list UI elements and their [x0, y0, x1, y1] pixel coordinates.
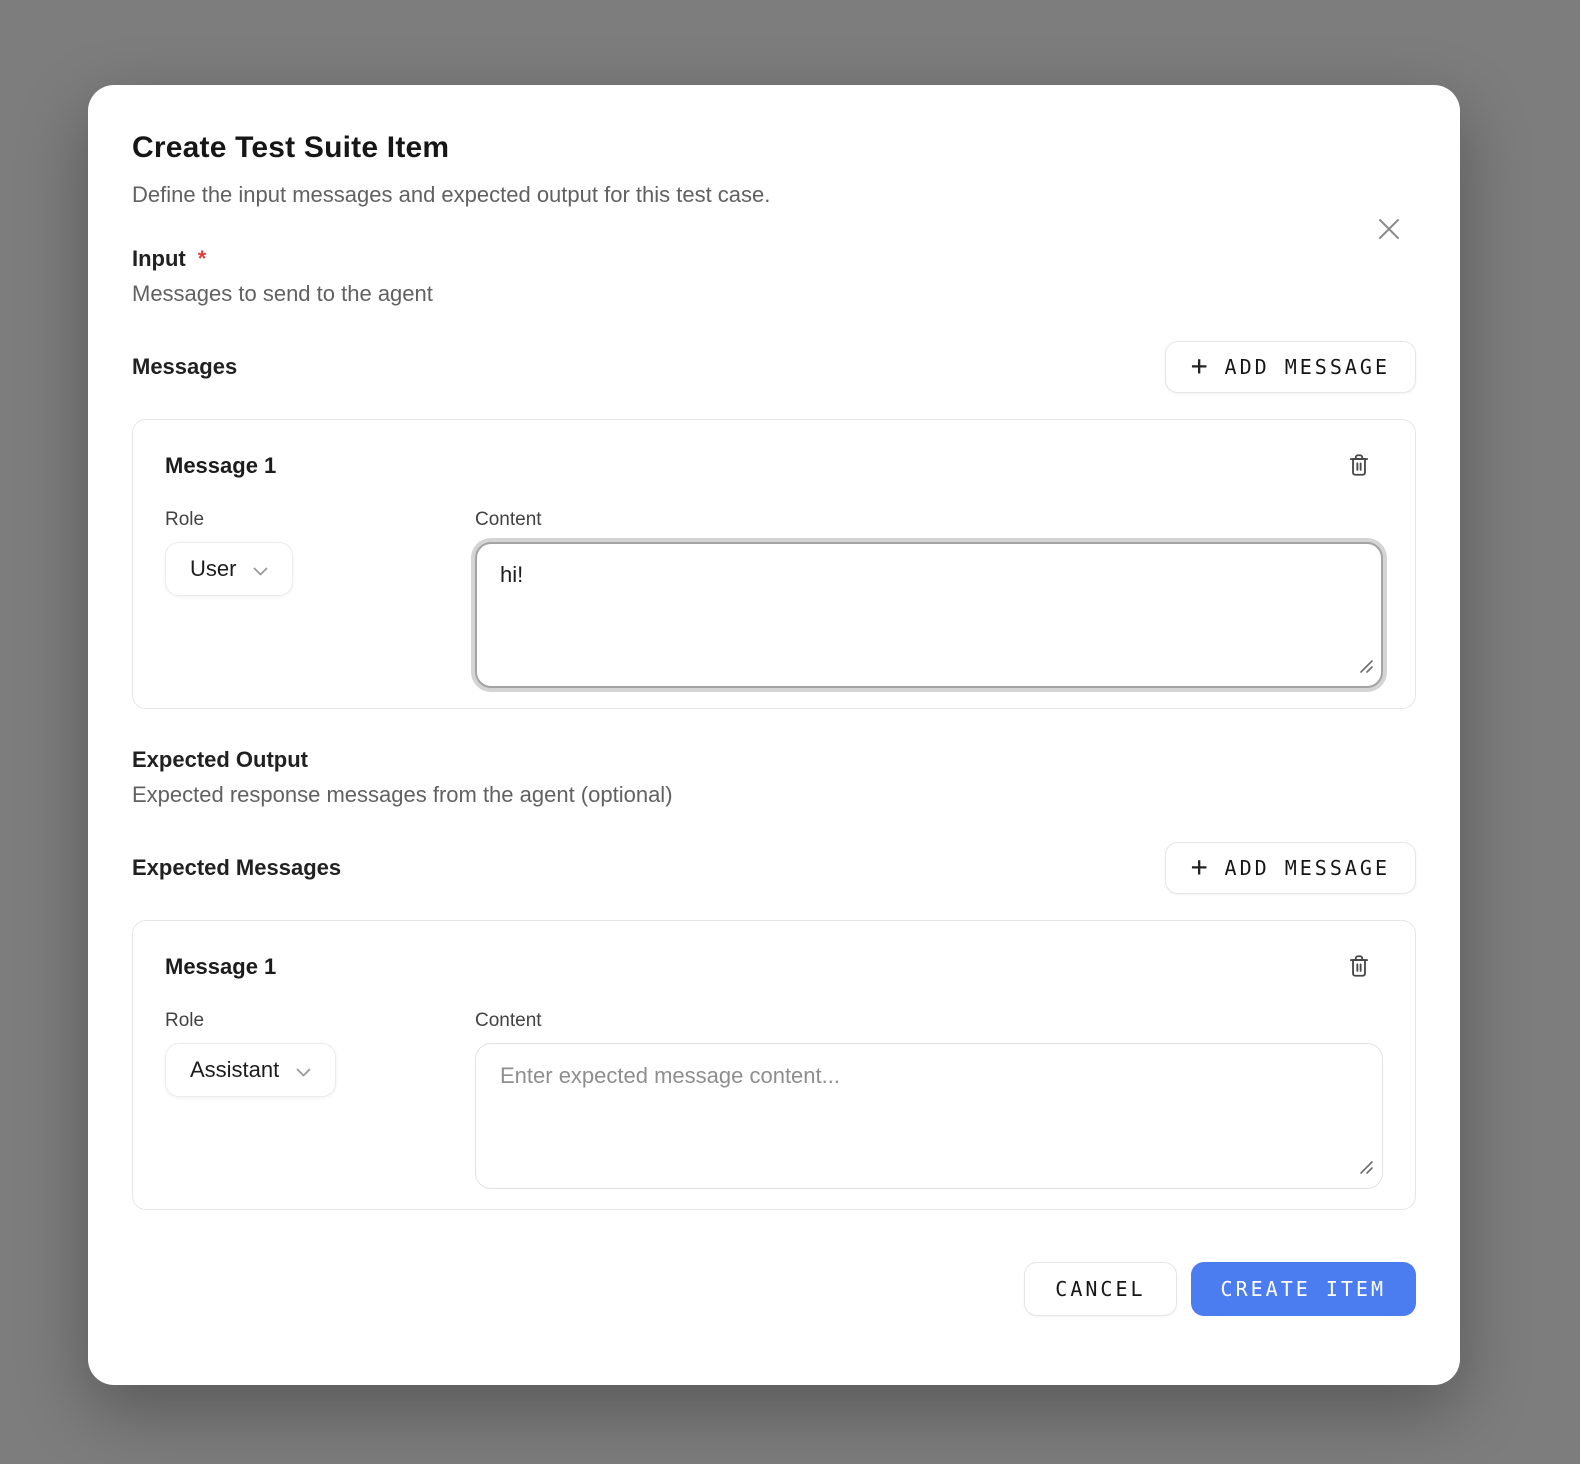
content-field: Content — [475, 1010, 1383, 1189]
chevron-down-icon — [253, 556, 268, 582]
expected-messages-header: Expected Messages — [132, 855, 341, 881]
fields-row: Role User Content hi! — [165, 509, 1383, 688]
expected-section-header: Expected Output — [132, 747, 1416, 773]
content-label: Content — [475, 509, 1383, 531]
role-select-value: Assistant — [190, 1057, 279, 1083]
role-select[interactable]: User — [165, 542, 293, 596]
expected-content-textarea[interactable] — [475, 1043, 1383, 1189]
content-field: Content hi! — [475, 509, 1383, 688]
chevron-down-icon — [296, 1057, 311, 1083]
trash-icon — [1346, 953, 1372, 982]
card-header: Message 1 — [165, 450, 1383, 482]
required-asterisk: * — [198, 246, 207, 272]
trash-icon — [1346, 452, 1372, 481]
messages-toolbar: Messages + ADD MESSAGE — [132, 341, 1416, 393]
message-card-title: Message 1 — [165, 954, 276, 980]
close-icon — [1377, 217, 1401, 244]
message-card-title: Message 1 — [165, 453, 276, 479]
expected-message-card: Message 1 Role Assistant — [132, 920, 1416, 1210]
add-input-message-button[interactable]: + ADD MESSAGE — [1165, 341, 1416, 393]
input-description: Messages to send to the agent — [132, 281, 1416, 307]
delete-input-message-button[interactable] — [1343, 450, 1375, 482]
expected-description: Expected response messages from the agen… — [132, 782, 1416, 808]
expected-messages-toolbar: Expected Messages + ADD MESSAGE — [132, 842, 1416, 894]
input-message-card: Message 1 Role User — [132, 419, 1416, 709]
role-field: Role User — [165, 509, 475, 688]
role-label: Role — [165, 1010, 475, 1032]
role-field: Role Assistant — [165, 1010, 475, 1189]
content-textarea-wrap — [475, 1043, 1383, 1189]
create-test-suite-item-dialog: Create Test Suite Item Define the input … — [88, 85, 1460, 1385]
role-select-value: User — [190, 556, 236, 582]
add-message-label: ADD MESSAGE — [1225, 856, 1390, 880]
fields-row: Role Assistant Content — [165, 1010, 1383, 1189]
dialog-footer: CANCEL CREATE ITEM — [132, 1262, 1416, 1316]
plus-icon: + — [1191, 352, 1208, 380]
create-item-button[interactable]: CREATE ITEM — [1191, 1262, 1416, 1316]
content-textarea-wrap: hi! — [475, 542, 1383, 688]
add-message-label: ADD MESSAGE — [1225, 355, 1390, 379]
role-select[interactable]: Assistant — [165, 1043, 336, 1097]
dialog-subtitle: Define the input messages and expected o… — [132, 182, 1416, 208]
messages-header: Messages — [132, 354, 237, 380]
add-expected-message-button[interactable]: + ADD MESSAGE — [1165, 842, 1416, 894]
input-content-textarea[interactable]: hi! — [475, 542, 1383, 688]
cancel-button[interactable]: CANCEL — [1024, 1262, 1176, 1316]
input-section-header: Input * — [132, 246, 1416, 272]
delete-expected-message-button[interactable] — [1343, 951, 1375, 983]
dialog-title: Create Test Suite Item — [132, 131, 1416, 165]
input-label: Input — [132, 246, 186, 272]
card-header: Message 1 — [165, 951, 1383, 983]
role-label: Role — [165, 509, 475, 531]
close-button[interactable] — [1376, 217, 1402, 243]
expected-output-label: Expected Output — [132, 747, 308, 773]
plus-icon: + — [1191, 853, 1208, 881]
content-label: Content — [475, 1010, 1383, 1032]
